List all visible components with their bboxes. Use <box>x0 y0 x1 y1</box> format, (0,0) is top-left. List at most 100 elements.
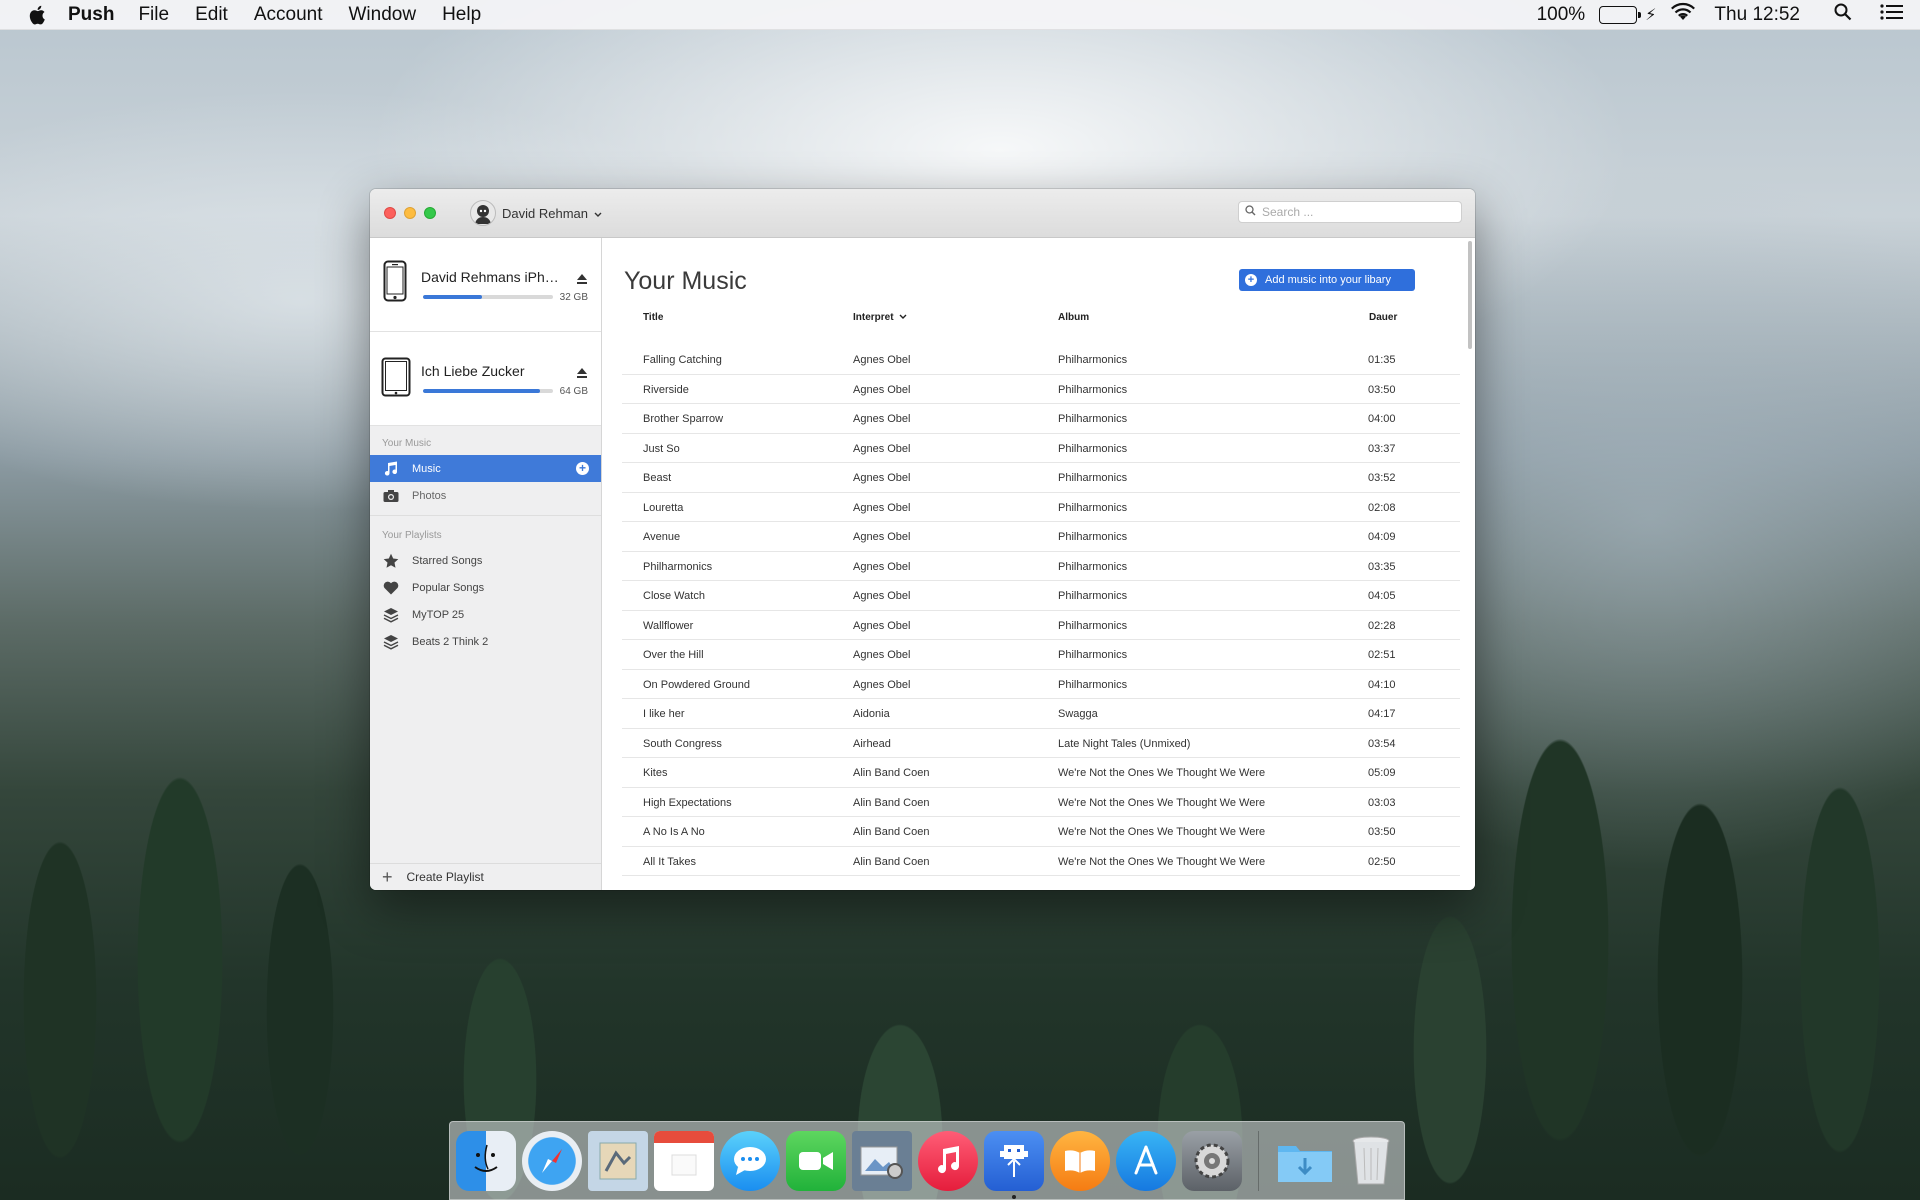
column-header-album[interactable]: Album <box>1058 312 1089 323</box>
song-title: I like her <box>643 708 685 720</box>
notification-center-icon[interactable] <box>1880 3 1904 27</box>
song-duration: 04:05 <box>1368 590 1396 602</box>
song-album: Philharmonics <box>1058 678 1128 691</box>
trash-icon[interactable] <box>1341 1131 1401 1191</box>
close-window-button[interactable] <box>384 207 396 219</box>
sidebar-item-mytop-25[interactable]: MyTOP 25 <box>370 601 601 628</box>
minimize-window-button[interactable] <box>404 207 416 219</box>
app-name-menu[interactable]: Push <box>68 4 114 26</box>
layers-icon <box>382 633 400 651</box>
charging-bolt-icon: ⚡ <box>1645 6 1657 24</box>
menu-edit[interactable]: Edit <box>195 4 228 26</box>
column-header-title[interactable]: Title <box>643 312 663 323</box>
table-row[interactable]: Philharmonics Agnes Obel Philharmonics 03:3… <box>622 552 1460 581</box>
sidebar-item-starred-songs[interactable]: Starred Songs <box>370 547 601 574</box>
downloads-folder-icon[interactable] <box>1275 1131 1335 1191</box>
table-row[interactable]: I like her Aidonia Swagga 04:17 <box>622 699 1460 729</box>
mail-icon[interactable] <box>588 1130 648 1191</box>
table-row[interactable]: Riverside Agnes Obel Philharmonics 03:50 <box>622 375 1460 404</box>
song-album: Philharmonics <box>1058 619 1128 632</box>
song-album: Philharmonics <box>1058 590 1128 602</box>
clock[interactable]: Thu 12:52 <box>1714 4 1800 26</box>
search-field[interactable] <box>1238 201 1462 223</box>
song-artist: Agnes Obel <box>853 383 911 396</box>
finder-icon[interactable] <box>456 1130 516 1191</box>
search-input[interactable] <box>1262 205 1442 219</box>
table-row[interactable]: A No Is A No Alin Band Coen We're Not the … <box>622 817 1460 847</box>
song-duration: 03:03 <box>1368 796 1396 809</box>
spotlight-search-icon[interactable] <box>1834 3 1852 27</box>
sidebar-item-popular-songs[interactable]: Popular Songs <box>370 574 601 601</box>
table-row[interactable]: Just So Agnes Obel Philharmonics 03:37 <box>622 434 1460 463</box>
song-title: Close Watch <box>643 590 705 602</box>
menu-help[interactable]: Help <box>442 4 481 26</box>
menu-file[interactable]: File <box>138 4 169 26</box>
safari-icon[interactable] <box>522 1130 582 1191</box>
eject-icon[interactable] <box>576 272 588 284</box>
table-row[interactable]: On Powdered Ground Agnes Obel Philharmonic… <box>622 670 1460 699</box>
wifi-icon[interactable] <box>1670 2 1696 28</box>
eject-icon[interactable] <box>576 366 588 378</box>
table-row[interactable]: Brother Sparrow Agnes Obel Philharmonics 04… <box>622 404 1460 434</box>
device-ipad[interactable]: Ich Liebe Zucker 64 GB <box>370 332 601 426</box>
sidebar-item-photos[interactable]: Photos <box>370 482 601 509</box>
create-playlist-button[interactable]: + Create Playlist <box>370 863 601 890</box>
app-store-icon[interactable] <box>1116 1130 1176 1191</box>
song-artist: Agnes Obel <box>853 442 911 455</box>
song-album: Philharmonics <box>1058 531 1128 543</box>
song-duration: 04:00 <box>1368 413 1396 425</box>
table-row[interactable]: Beast Agnes Obel Philharmonics 03:52 <box>622 463 1460 493</box>
table-row[interactable]: Wallflower Agnes Obel Philharmonics 02:28 <box>622 611 1460 640</box>
menu-window[interactable]: Window <box>348 4 416 26</box>
add-music-button[interactable]: + Add music into your libary <box>1239 269 1415 291</box>
apple-menu-icon[interactable] <box>28 3 50 27</box>
song-title: On Powdered Ground <box>643 678 751 691</box>
table-row[interactable]: Louretta Agnes Obel Philharmonics 02:08 <box>622 493 1460 522</box>
storage-bar <box>423 389 553 393</box>
ibooks-icon[interactable] <box>1050 1130 1110 1191</box>
song-artist: Agnes Obel <box>853 501 911 514</box>
device-iphone[interactable]: David Rehmans iPho... 32 GB <box>370 238 601 332</box>
song-title: All It Takes <box>643 855 696 868</box>
facetime-icon[interactable] <box>786 1130 846 1191</box>
song-duration: 04:09 <box>1368 531 1396 543</box>
table-row[interactable]: High Expectations Alin Band Coen We're Not… <box>622 788 1460 817</box>
storage-bar <box>423 295 553 299</box>
table-row[interactable]: Falling Catching Agnes Obel Philharmonics 0… <box>622 345 1460 375</box>
song-duration: 03:50 <box>1368 826 1396 838</box>
system-preferences-icon[interactable] <box>1182 1130 1242 1191</box>
battery-icon[interactable] <box>1599 5 1642 24</box>
song-album: We're Not the Ones We Thought We Were <box>1058 796 1266 809</box>
section-label-your-music: Your Music <box>382 438 432 449</box>
sidebar-item-label: Photos <box>412 489 447 502</box>
table-row[interactable]: Avenue Agnes Obel Philharmonics 04:09 <box>622 522 1460 552</box>
window-controls <box>384 207 436 219</box>
song-duration: 04:17 <box>1368 708 1396 720</box>
song-title: Philharmonics <box>643 560 713 573</box>
table-row[interactable]: Close Watch Agnes Obel Philharmonics 04:05 <box>622 581 1460 611</box>
column-header-dauer[interactable]: Dauer <box>1369 312 1397 323</box>
song-title: Avenue <box>643 531 681 543</box>
scrollbar[interactable] <box>1463 238 1475 890</box>
table-row[interactable]: All It Takes Alin Band Coen We're Not the … <box>622 847 1460 876</box>
calendar-icon[interactable] <box>654 1130 714 1191</box>
song-artist: Agnes Obel <box>853 531 911 543</box>
add-music-icon[interactable]: + <box>576 462 589 475</box>
itunes-icon[interactable] <box>918 1130 978 1191</box>
column-header-interpret[interactable]: Interpret <box>853 312 907 323</box>
star-icon <box>382 552 400 570</box>
zoom-window-button[interactable] <box>424 207 436 219</box>
photos-icon[interactable] <box>852 1130 912 1191</box>
scrollbar-thumb[interactable] <box>1468 241 1472 349</box>
table-row[interactable]: Kites Alin Band Coen We're Not the Ones We… <box>622 758 1460 788</box>
sidebar-item-music[interactable]: Music + <box>370 455 601 482</box>
table-row[interactable]: South Congress Airhead Late Night Tales (U… <box>622 729 1460 758</box>
messages-icon[interactable] <box>720 1130 780 1191</box>
song-duration: 05:09 <box>1368 767 1396 779</box>
account-switcher[interactable]: David Rehman <box>470 200 602 226</box>
menu-account[interactable]: Account <box>254 4 323 26</box>
song-title: A No Is A No <box>643 826 705 838</box>
table-row[interactable]: Over the Hill Agnes Obel Philharmonics 02:5… <box>622 640 1460 670</box>
push-app-icon[interactable] <box>984 1130 1044 1199</box>
sidebar-item-beats-2-think-2[interactable]: Beats 2 Think 2 <box>370 628 601 655</box>
